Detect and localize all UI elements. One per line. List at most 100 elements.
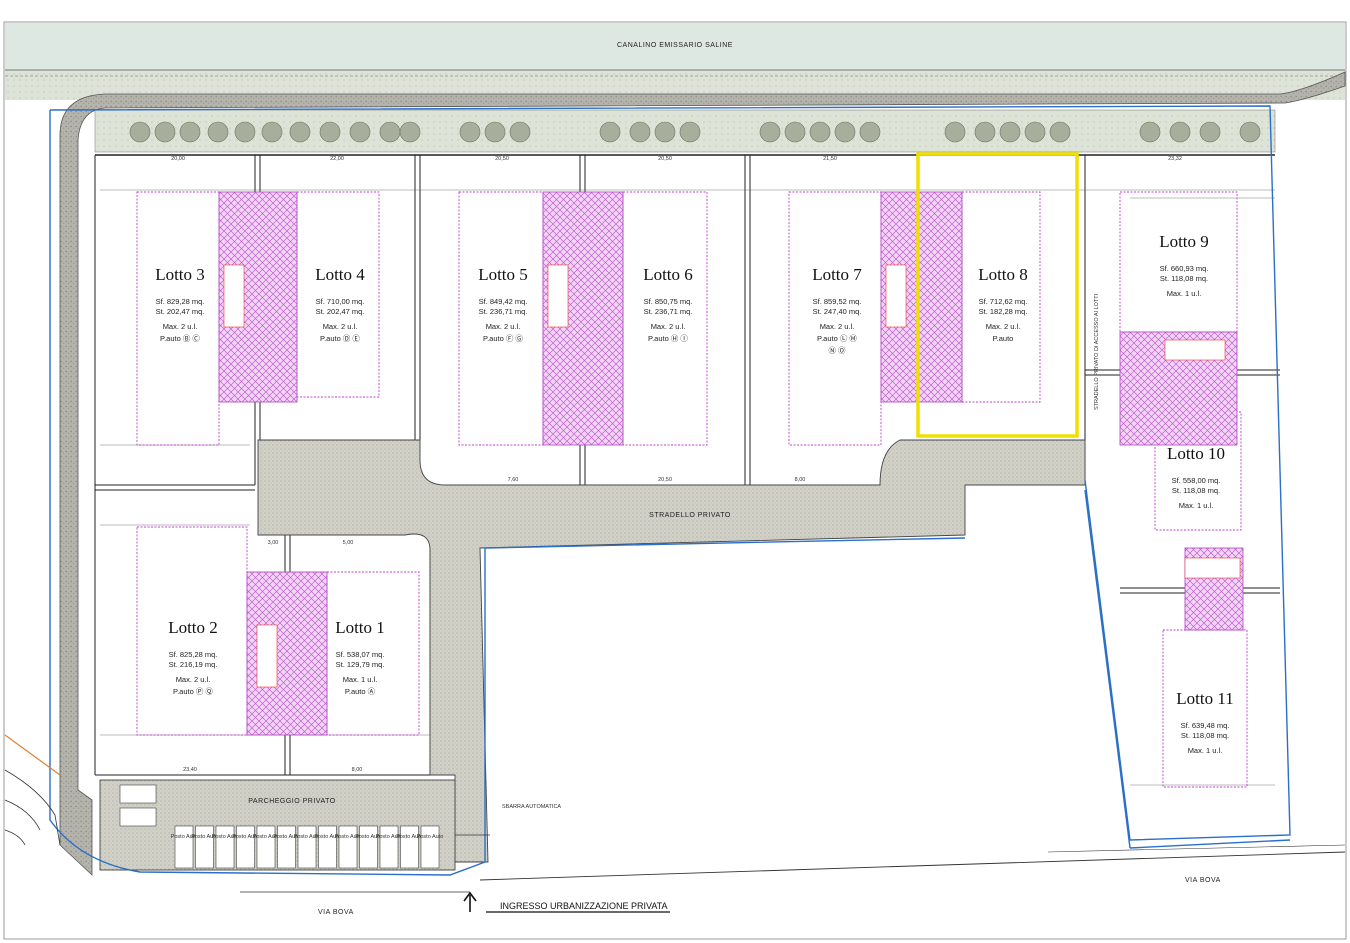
lot-label-3: Lotto 3 Sf. 829,28 mq.St. 202,47 mq. Max. … (155, 265, 205, 343)
dimension-label: 23,40 (183, 767, 197, 773)
lot-title: Lotto 11 (1176, 689, 1233, 708)
lot-label-4: Lotto 4 Sf. 710,00 mq.St. 202,47 mq. Max. … (315, 265, 365, 343)
tree-icon (179, 121, 201, 143)
lot-label-8: Lotto 8 Sf. 712,62 mq.St. 182,28 mq. Max. … (978, 265, 1028, 343)
dimension-label: 22,00 (330, 156, 344, 162)
parking-slot (195, 825, 214, 869)
lot-parking: P.auto Ⓗ Ⓘ (648, 334, 688, 343)
tree-icon (974, 121, 996, 143)
tree-icon (1169, 121, 1191, 143)
tree-icon (1049, 121, 1071, 143)
parking-slot (119, 784, 157, 804)
tree-icon (679, 121, 701, 143)
tree-icon (459, 121, 481, 143)
tree-icon (1239, 121, 1261, 143)
tree-icon (154, 121, 176, 143)
lot-max-units: Max. 2 u.l. (820, 322, 855, 331)
lot-area-st: St. 202,47 mq. (316, 307, 365, 316)
parking-slot (236, 825, 255, 869)
parking-slot-label: Posto Auto (417, 834, 444, 840)
tree-icon (599, 121, 621, 143)
tree-icon (859, 121, 881, 143)
lot-area-st: St. 202,47 mq. (156, 307, 205, 316)
parking-slot (359, 825, 378, 869)
lot-area-st: St. 247,40 mq. (813, 307, 862, 316)
lot-max-units: Max. 1 u.l. (343, 675, 378, 684)
private-road-label: STRADELLO PRIVATO (649, 512, 731, 519)
lot-label-11: Lotto 11 Sf. 639,48 mq.St. 118,08 mq. Max.… (1176, 689, 1233, 755)
tree-icon (1199, 121, 1221, 143)
lot-area-st: St. 118,08 mq. (1172, 486, 1220, 495)
lot-max-units: Max. 2 u.l. (163, 322, 198, 331)
lot-max-units: Max. 2 u.l. (176, 675, 211, 684)
parking-slot (256, 825, 276, 869)
parking-slot (379, 825, 399, 869)
lot-area-st: St. 236,71 mq. (644, 307, 693, 316)
entrance-arrow-icon (463, 891, 477, 912)
tree-icon (834, 121, 856, 143)
lot-area-sf: Sf. 859,52 mq. (813, 297, 862, 306)
lot-title: Lotto 8 (978, 265, 1028, 284)
lot-area-st: St. 216,19 mq. (169, 660, 218, 669)
lot-max-units: Max. 2 u.l. (651, 322, 686, 331)
lot-title: Lotto 5 (478, 265, 528, 284)
dimension-label: 8,00 (352, 767, 363, 773)
parking-slot (318, 825, 337, 869)
left-road (4, 734, 61, 846)
street-label-right: VIA BOVA (1185, 877, 1221, 884)
tree-icon (207, 121, 229, 143)
parking-slot (215, 825, 235, 869)
lot-area-sf: Sf. 639,48 mq. (1181, 721, 1230, 730)
lot-area-sf: Sf. 850,75 mq. (644, 297, 693, 306)
lot-area-st: St. 182,28 mq. (979, 307, 1028, 316)
dimension-label: 20,50 (495, 156, 509, 162)
parking-slot (277, 825, 296, 869)
tree-icon (944, 121, 966, 143)
side-access-label: STRADELLO PRIVATO DI ACCESSO AI LOTTI (1094, 293, 1100, 410)
tree-icon (999, 121, 1021, 143)
lot-parking: P.auto Ⓓ Ⓔ (320, 334, 360, 343)
lot-label-6: Lotto 6 Sf. 850,75 mq.St. 236,71 mq. Max. … (643, 265, 693, 343)
lot-area-st: St. 129,79 mq. (336, 660, 385, 669)
lot-label-5: Lotto 5 Sf. 849,42 mq.St. 236,71 mq. Max. … (478, 265, 528, 343)
tree-icon (654, 121, 676, 143)
tree-icon (484, 121, 506, 143)
lot-area-sf: Sf. 712,62 mq. (979, 297, 1028, 306)
lot-parking: P.auto Ⓐ (345, 687, 376, 696)
barrier-label: SBARRA AUTOMATICA (502, 804, 561, 810)
lot-max-units: Max. 1 u.l. (1179, 501, 1214, 510)
lot-parking: P.auto Ⓛ Ⓜ (817, 334, 857, 343)
lot-max-units: Max. 2 u.l. (323, 322, 358, 331)
dimension-label: 20,50 (658, 477, 672, 483)
canal-label: CANALINO EMISSARIO SALINE (617, 42, 733, 49)
tree-icon (759, 121, 781, 143)
lot-title: Lotto 3 (155, 265, 205, 284)
lot-title: Lotto 10 (1167, 444, 1225, 463)
lot-title: Lotto 7 (812, 265, 862, 284)
lot-area-sf: Sf. 558,00 mq. (1172, 476, 1221, 485)
lot-parking: P.auto Ⓟ Ⓠ (173, 687, 213, 696)
lot-title: Lotto 4 (315, 265, 365, 284)
lot-max-units: Max. 2 u.l. (986, 322, 1021, 331)
tree-icon (261, 121, 283, 143)
lot-area-st: St. 236,71 mq. (479, 307, 528, 316)
lot-area-sf: Sf. 538,07 mq. (336, 650, 385, 659)
tree-icon (1139, 121, 1161, 143)
lot-max-units: Max. 1 u.l. (1167, 289, 1202, 298)
lot-parking: P.auto Ⓕ Ⓖ (483, 334, 523, 343)
lot-parking: P.auto Ⓑ Ⓒ (160, 334, 200, 343)
lot-area-st: St. 118,08 mq. (1181, 731, 1229, 740)
lot-area-sf: Sf. 829,28 mq. (156, 297, 205, 306)
street-edge (479, 851, 1346, 881)
lot-parking-extra: Ⓝ Ⓞ (828, 346, 846, 355)
parking-slot (119, 807, 157, 827)
lot-label-7: Lotto 7 Sf. 859,52 mq.St. 247,40 mq. Max. … (812, 265, 862, 355)
dimension-label: 20,00 (171, 156, 185, 162)
parking-slot (400, 825, 419, 869)
dimension-label: 8,00 (795, 477, 806, 483)
dimension-label: 7,60 (508, 477, 519, 483)
dimension-label: 3,00 (268, 540, 279, 546)
site-plan: CANALINO EMISSARIO SALINE STRADELLO PRIV… (3, 21, 1347, 940)
lot-title: Lotto 2 (168, 618, 218, 637)
parking-slot (297, 825, 317, 869)
